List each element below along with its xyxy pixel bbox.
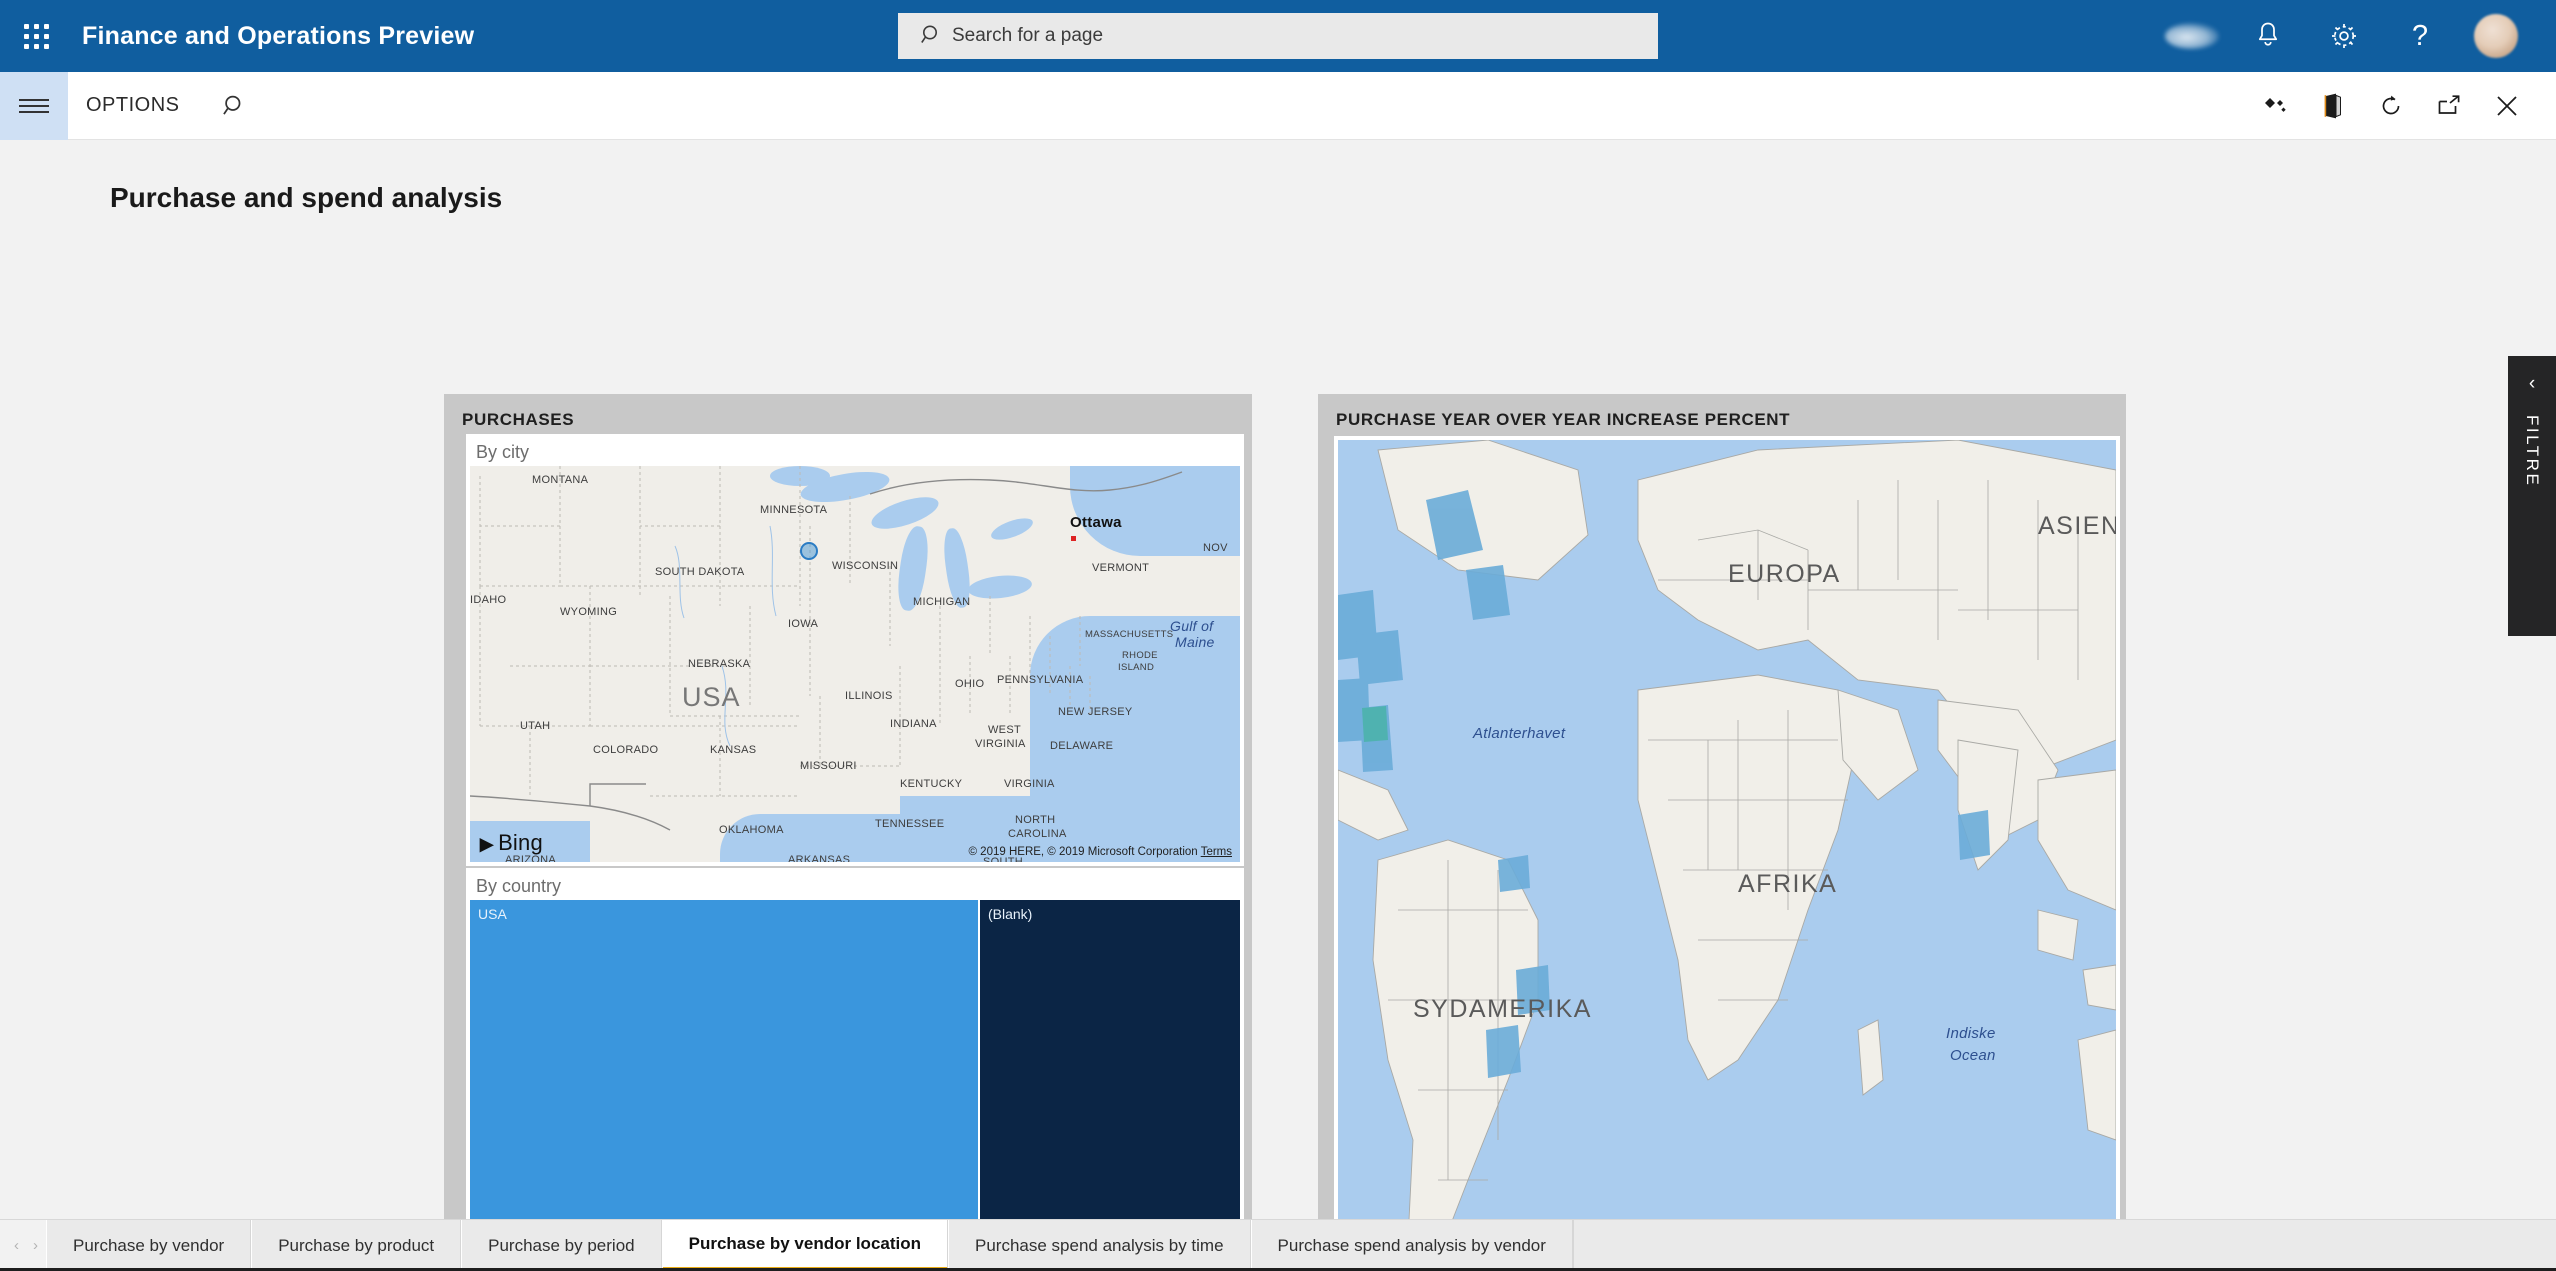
tab-bar-filler: [1572, 1220, 2556, 1271]
tab-next-button[interactable]: ›: [33, 1237, 38, 1254]
treemap-label-blank: (Blank): [988, 906, 1033, 922]
hamburger-icon: [19, 95, 49, 117]
office-icon[interactable]: [2304, 72, 2362, 140]
app-title: Finance and Operations Preview: [82, 21, 475, 50]
panel-purchases-header: PURCHASES: [462, 410, 575, 429]
tab-purchase-spend-analysis-by-vendor[interactable]: Purchase spend analysis by vendor: [1250, 1220, 1573, 1271]
data-bubble-small[interactable]: [800, 542, 818, 560]
refresh-icon[interactable]: [2362, 72, 2420, 140]
top-navigation-bar: Finance and Operations Preview Search fo…: [0, 0, 2556, 72]
tab-label: Purchase spend analysis by time: [975, 1235, 1224, 1255]
tab-label: Purchase spend analysis by vendor: [1277, 1235, 1546, 1255]
global-search[interactable]: [898, 13, 1658, 59]
world-landmasses: [1338, 440, 2116, 1271]
bing-mark: ▸: [480, 828, 494, 858]
bing-logo: ▸ Bing: [480, 830, 543, 856]
waffle-grid: [23, 23, 49, 49]
navigation-menu-button[interactable]: [0, 71, 68, 140]
options-label[interactable]: OPTIONS: [86, 94, 180, 117]
open-in-new-icon[interactable]: [2420, 72, 2478, 140]
map-attribution-text: © 2019 HERE, © 2019 Microsoft Corporatio…: [968, 846, 1198, 858]
report-tab-bar: ‹ › Purchase by vendor Purchase by produ…: [0, 1219, 2556, 1271]
visual-purchases-by-country[interactable]: By country USA 38,46tusind (Blank) 20,66…: [466, 868, 1244, 1271]
gear-icon[interactable]: [2306, 0, 2382, 72]
avatar[interactable]: [2458, 0, 2534, 72]
app-launcher-icon[interactable]: [0, 0, 72, 72]
treemap-cell-usa[interactable]: USA 38,46tusind: [470, 900, 978, 1271]
visual-title-by-country: By country: [476, 876, 562, 896]
treemap-label-usa: USA: [478, 906, 507, 922]
treemap-cell-blank[interactable]: (Blank) 20,66tusind: [980, 900, 1240, 1271]
chevron-left-icon[interactable]: ‹: [2529, 374, 2535, 393]
bell-icon[interactable]: [2230, 0, 2306, 72]
svg-text:?: ?: [2412, 21, 2428, 51]
tab-purchase-by-product[interactable]: Purchase by product: [251, 1220, 462, 1271]
visual-yoy-world-map[interactable]: EUROPA ASIEN AFRIKA SYDAMERIKA Atlanterh…: [1334, 436, 2120, 1271]
cloud-icon[interactable]: [2154, 0, 2230, 72]
map-world[interactable]: EUROPA ASIEN AFRIKA SYDAMERIKA Atlanterh…: [1338, 440, 2116, 1271]
filter-pane-label: FILTRE: [2523, 415, 2542, 488]
options-bar-actions: [2246, 72, 2556, 140]
bing-text: Bing: [498, 830, 543, 855]
page-header: Purchase and spend analysis: [0, 140, 2556, 214]
tab-label: Purchase by vendor: [73, 1235, 225, 1255]
report-canvas: Purchase and spend analysis PURCHASES By…: [0, 140, 2556, 1271]
visual-title-by-city: By city: [476, 442, 530, 462]
treemap-by-country: USA 38,46tusind (Blank) 20,66tusind: [470, 900, 1240, 1271]
help-icon[interactable]: ?: [2382, 0, 2458, 72]
tab-label: Purchase by period: [488, 1235, 635, 1255]
options-bar: OPTIONS: [0, 71, 2556, 140]
panel-yoy-header: PURCHASE YEAR OVER YEAR INCREASE PERCENT: [1336, 410, 1791, 429]
visual-purchases-by-city[interactable]: By city MONTANA MINNESOTA SOUTH DAKOTA W…: [466, 434, 1244, 866]
top-bar-actions: ?: [2154, 0, 2556, 72]
tab-purchase-by-vendor[interactable]: Purchase by vendor: [46, 1220, 252, 1271]
page-title: Purchase and spend analysis: [110, 182, 503, 213]
tab-label: Purchase by product: [278, 1235, 435, 1255]
tab-label: Purchase by vendor location: [688, 1233, 922, 1253]
close-icon[interactable]: [2478, 72, 2536, 140]
ottawa-marker: [1071, 536, 1076, 541]
panel-yoy-increase: PURCHASE YEAR OVER YEAR INCREASE PERCENT: [1318, 394, 2126, 1271]
filter-pane[interactable]: ‹ FILTRE: [2508, 356, 2556, 636]
tab-prev-button[interactable]: ‹: [14, 1237, 19, 1254]
map-terms-link[interactable]: Terms: [1201, 846, 1232, 858]
map-by-city[interactable]: MONTANA MINNESOTA SOUTH DAKOTA WISCONSIN…: [470, 466, 1240, 862]
power-bi-icon[interactable]: [2246, 72, 2304, 140]
map-attribution: © 2019 HERE, © 2019 Microsoft Corporatio…: [969, 846, 1232, 858]
panel-purchases: PURCHASES By city MONTANA MINNESOTA SOUT…: [444, 394, 1252, 1271]
tab-purchase-by-vendor-location[interactable]: Purchase by vendor location: [661, 1220, 949, 1271]
tab-nav-arrows: ‹ ›: [0, 1220, 46, 1271]
search-input[interactable]: [898, 13, 1658, 59]
options-search-icon[interactable]: [222, 93, 248, 119]
tab-purchase-by-period[interactable]: Purchase by period: [461, 1220, 662, 1271]
tab-purchase-spend-analysis-by-time[interactable]: Purchase spend analysis by time: [948, 1220, 1251, 1271]
